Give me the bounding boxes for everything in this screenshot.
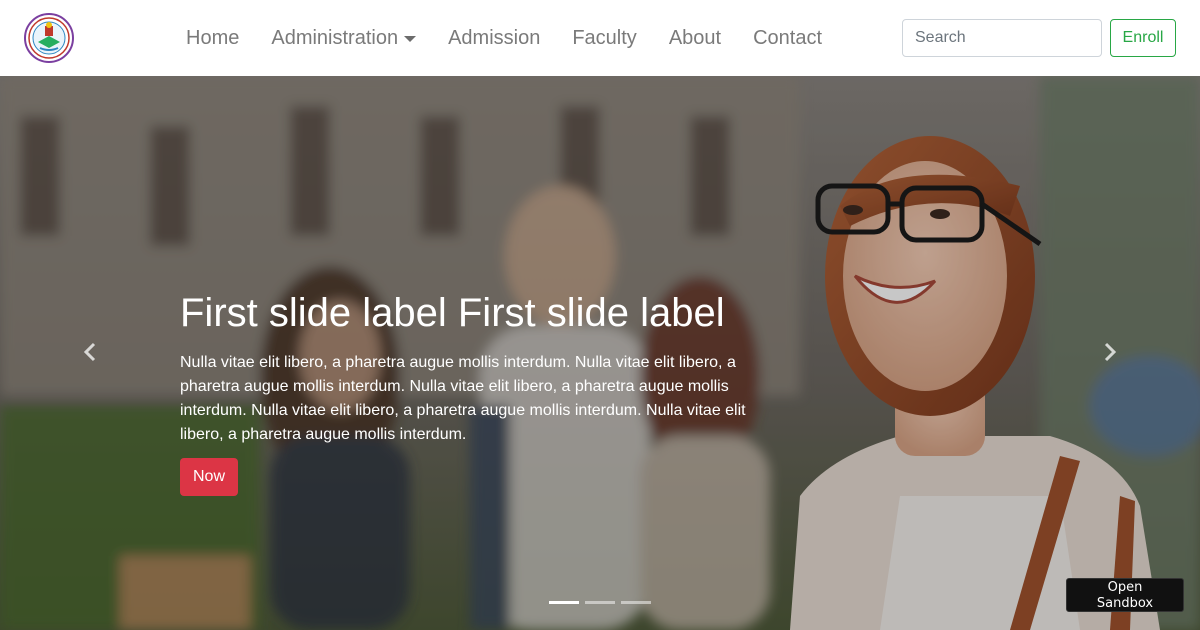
navbar: Home Administration Admission Faculty Ab… xyxy=(0,0,1200,76)
nav-links: Home Administration Admission Faculty Ab… xyxy=(170,0,838,76)
nav-faculty[interactable]: Faculty xyxy=(556,27,652,50)
carousel-prev-button[interactable] xyxy=(70,332,110,372)
chevron-left-icon xyxy=(83,342,96,362)
carousel-indicator[interactable] xyxy=(621,601,651,604)
carousel-indicators xyxy=(549,601,651,604)
carousel-next-button[interactable] xyxy=(1090,332,1130,372)
slide-caption: First slide label First slide label Null… xyxy=(180,289,760,447)
nav-home[interactable]: Home xyxy=(170,27,255,50)
carousel-indicator[interactable] xyxy=(585,601,615,604)
hero-carousel: First slide label First slide label Null… xyxy=(0,76,1200,630)
school-crest-logo[interactable] xyxy=(24,12,74,64)
open-sandbox-button[interactable]: Open Sandbox xyxy=(1066,578,1184,612)
chevron-right-icon xyxy=(1104,342,1117,362)
nav-administration-label: Administration xyxy=(271,26,399,49)
slide-text: Nulla vitae elit libero, a pharetra augu… xyxy=(180,354,746,443)
search-input[interactable] xyxy=(902,19,1102,57)
caret-down-icon xyxy=(404,36,417,42)
slide-title: First slide label First slide label xyxy=(180,291,725,335)
nav-administration[interactable]: Administration xyxy=(255,27,432,50)
carousel-indicator[interactable] xyxy=(549,601,579,604)
enroll-button[interactable]: Enroll xyxy=(1110,19,1176,57)
nav-admission[interactable]: Admission xyxy=(432,27,556,50)
nav-about[interactable]: About xyxy=(653,27,737,50)
nav-contact[interactable]: Contact xyxy=(737,27,838,50)
now-button[interactable]: Now xyxy=(180,458,238,496)
